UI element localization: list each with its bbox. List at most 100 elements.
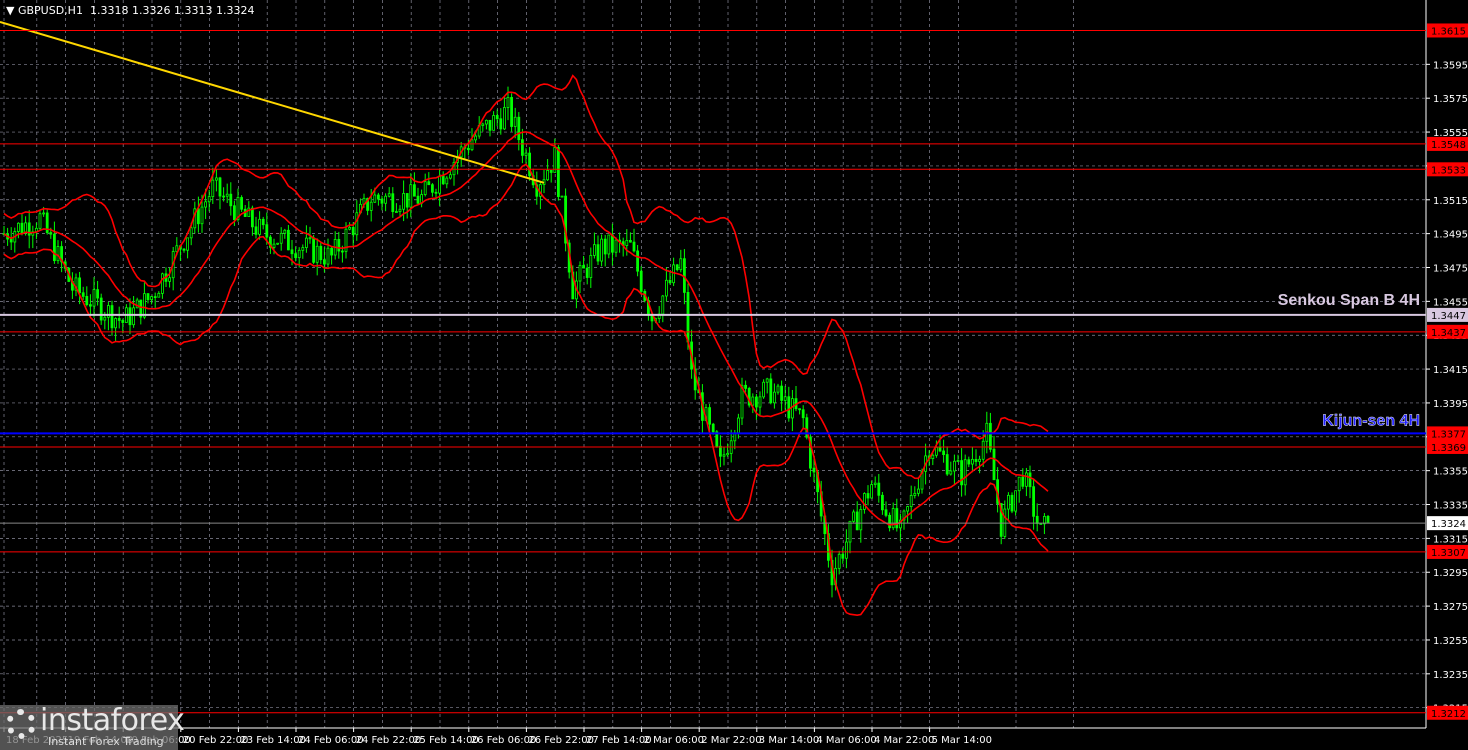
candle-body [668,279,672,284]
candle-body [380,198,384,204]
candle-body [801,409,805,419]
candle-body [99,297,103,321]
y-tick-label: 1.3255 [1433,636,1468,647]
x-tick-label: 2 Mar 06:00 [644,735,704,746]
candle-body [870,484,873,499]
candle-body [765,378,769,383]
candle-body [510,97,514,127]
candle-body [589,255,593,278]
candle-body [755,396,758,408]
y-tick-label: 1.3315 [1433,534,1468,545]
candle-body [42,212,45,215]
candle-body [265,224,269,238]
candle-body [89,304,92,307]
candle-body [866,493,870,499]
y-tick-label: 1.3495 [1433,230,1468,241]
candle-body [769,378,773,404]
candle-body [56,246,60,262]
candle-body [78,277,81,294]
candle-body [560,195,564,198]
candle-body [1021,476,1025,487]
price-tag-label: 1.3212 [1431,709,1466,720]
candle-body [1028,472,1032,488]
candle-body [675,264,679,271]
candle-body [427,181,431,186]
candle-body [963,459,967,486]
candle-body [945,454,949,475]
logo-name: instaforex [40,703,185,738]
candle-body [783,396,787,401]
candle-body [153,296,157,298]
candle-body [128,307,132,326]
candle-body [96,289,99,299]
x-tick-label: 4 Mar 22:00 [874,735,934,746]
candle-body [798,408,801,411]
y-tick-label: 1.3455 [1433,297,1468,308]
candle-body [492,115,496,131]
high-value: 1.3326 [131,4,171,17]
candle-body [909,495,913,507]
candle-body [409,184,413,208]
candle-body [546,170,549,181]
candle-body [434,191,438,194]
y-tick-label: 1.3415 [1433,365,1468,376]
candle-body [416,195,420,204]
candle-body [283,229,287,234]
candle-body [150,296,154,301]
instaforex-logo: instaforex Instant Forex Trading [0,703,185,750]
candle-body [981,440,985,460]
candle-body [142,293,146,318]
y-tick-label: 1.3575 [1433,94,1468,105]
candle-body [402,193,406,210]
candle-body [971,458,974,465]
candle-body [16,222,20,232]
x-tick-label: 4 Mar 06:00 [816,735,876,746]
dropdown-triangle-icon[interactable]: ▼ [6,4,18,17]
candle-body [286,229,290,251]
candle-body [773,391,776,404]
candle-body [881,494,884,511]
x-tick-label: 23 Feb 14:00 [240,735,306,746]
candle-body [470,139,474,151]
candle-body [578,265,582,282]
candle-body [376,194,380,200]
candle-body [607,234,611,255]
trendline [0,21,545,184]
candle-body [603,238,607,255]
candle-body [391,193,395,213]
candle-body [686,292,690,343]
open-value: 1.3318 [89,4,129,17]
x-tick-label: 27 Feb 14:00 [586,735,652,746]
price-tag-label: 1.3437 [1431,328,1466,339]
candle-body [304,237,308,248]
candle-body [214,177,218,181]
y-tick-label: 1.3235 [1433,670,1468,681]
candle-body [877,482,881,496]
candle-body [355,212,359,236]
y-tick-label: 1.3475 [1433,263,1468,274]
symbol-label: GBPUSD,H1 [17,4,83,17]
candle-body [438,175,442,194]
candle-body [974,458,978,462]
candle-body [384,195,388,204]
candle-body [38,213,42,229]
candle-body [600,238,603,262]
candle-body [261,218,265,226]
candle-body [744,384,747,389]
candle-body [787,396,791,419]
candle-body [873,482,877,485]
candle-body [319,245,323,261]
x-tick-label: 24 Feb 06:00 [298,735,364,746]
candle-body [301,247,305,251]
candle-body [711,423,715,433]
candle-body [1046,515,1050,524]
candle-body [614,239,618,253]
price-chart[interactable]: 1.35951.35751.35551.35351.35151.34951.34… [0,0,1468,750]
candle-body [481,123,485,126]
candle-body [484,119,488,125]
candle-body [445,177,449,185]
candle-body [639,270,643,292]
x-tick-label: 26 Feb 06:00 [471,735,537,746]
y-tick-label: 1.3595 [1433,60,1468,71]
x-tick-label: 26 Feb 22:00 [528,735,594,746]
